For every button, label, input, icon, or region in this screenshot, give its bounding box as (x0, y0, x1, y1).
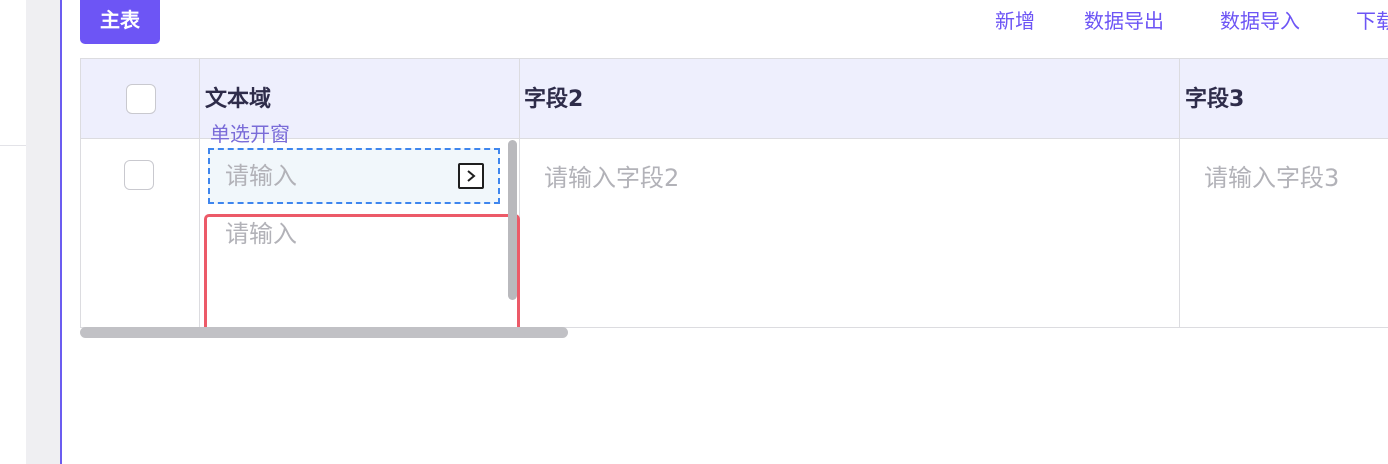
column-header-text-field[interactable]: 文本域 (205, 85, 271, 115)
popup-select-placeholder: 请输入 (225, 162, 297, 190)
left-strip (26, 0, 60, 464)
column-divider (199, 59, 200, 327)
text-area-placeholder: 请输入 (225, 220, 297, 248)
horizontal-scrollbar[interactable] (80, 327, 568, 338)
app-root: 主表 新增 数据导出 数据导入 下载 文本域 字段2 字段3 请输入字段2 请输… (0, 0, 1388, 464)
column-header-field2[interactable]: 字段2 (524, 85, 583, 115)
panel-left-border (60, 0, 62, 464)
select-all-checkbox[interactable] (126, 84, 156, 114)
export-data-button[interactable]: 数据导出 (1084, 6, 1164, 36)
main-table-tab[interactable]: 主表 (80, 0, 160, 44)
field3-input[interactable]: 请输入字段3 (1204, 162, 1339, 194)
import-data-button[interactable]: 数据导入 (1220, 6, 1300, 36)
chevron-right-box-icon[interactable] (458, 163, 484, 189)
vertical-scrollbar[interactable] (508, 140, 517, 300)
left-gutter (0, 0, 26, 464)
add-button[interactable]: 新增 (995, 6, 1035, 36)
popup-select-input[interactable]: 请输入 (208, 148, 500, 204)
download-button[interactable]: 下载 (1356, 6, 1388, 36)
row-checkbox[interactable] (124, 160, 154, 190)
field2-input[interactable]: 请输入字段2 (544, 162, 679, 194)
text-area-input[interactable]: 请输入 (204, 214, 520, 332)
column-header-field3[interactable]: 字段3 (1185, 85, 1244, 115)
column-divider (1179, 59, 1180, 327)
left-gutter-divider (0, 145, 26, 146)
popup-select-label: 单选开窗 (210, 122, 290, 146)
